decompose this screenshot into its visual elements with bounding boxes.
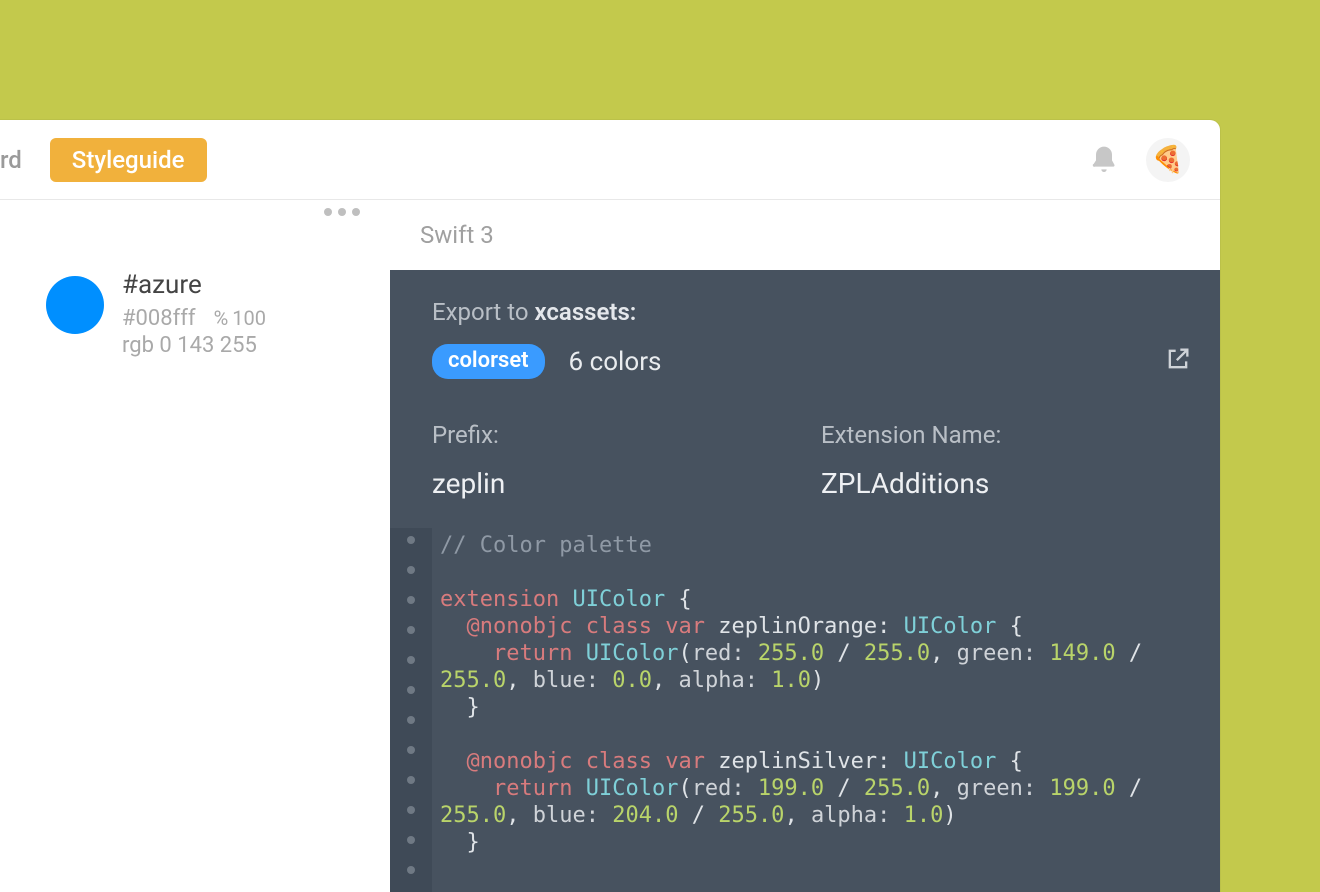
- config-fields: Prefix: zeplin Extension Name: ZPLAdditi…: [432, 421, 1190, 500]
- tab-styleguide[interactable]: Styleguide: [50, 138, 207, 182]
- more-options-button[interactable]: [324, 208, 360, 216]
- notifications-button[interactable]: [1082, 138, 1126, 182]
- code-block: // Color palette extension UIColor { @no…: [390, 528, 1190, 892]
- prefix-value[interactable]: zeplin: [432, 467, 801, 500]
- avatar[interactable]: 🍕: [1146, 138, 1190, 182]
- content: #azure #008fff %100 rgb 0 143 255 Swift …: [0, 200, 1220, 892]
- color-info: #azure #008fff %100 rgb 0 143 255: [122, 270, 266, 358]
- color-card[interactable]: #azure #008fff %100 rgb 0 143 255: [46, 270, 266, 358]
- avatar-emoji: 🍕: [1152, 145, 1184, 175]
- colorset-chip[interactable]: colorset: [432, 344, 545, 379]
- prefix-label: Prefix:: [432, 421, 801, 449]
- export-label: Export to xcassets:: [432, 298, 1190, 326]
- color-swatch: [46, 276, 104, 334]
- tabs: rd Styleguide: [0, 138, 207, 182]
- app-window: rd Styleguide 🍕 #azure: [0, 120, 1220, 892]
- tab-partial[interactable]: rd: [0, 138, 40, 182]
- color-name: #azure: [122, 270, 266, 300]
- open-external-icon: [1164, 345, 1192, 373]
- right-panel: Swift 3 Export to xcassets: colorset 6 c…: [390, 200, 1220, 892]
- dots-icon: [324, 208, 332, 216]
- extension-name-field: Extension Name: ZPLAdditions: [821, 421, 1190, 500]
- export-row: colorset 6 colors: [432, 344, 1190, 379]
- code-title-bar: Swift 3: [390, 200, 1220, 270]
- extension-name-label: Extension Name:: [821, 421, 1190, 449]
- topbar: rd Styleguide 🍕: [0, 120, 1220, 200]
- extension-name-value[interactable]: ZPLAdditions: [821, 467, 1190, 500]
- prefix-field: Prefix: zeplin: [432, 421, 801, 500]
- bell-icon: [1088, 144, 1120, 176]
- color-hex: #008fff: [122, 306, 196, 331]
- code-text[interactable]: // Color palette extension UIColor { @no…: [432, 528, 1190, 892]
- color-rgb: rgb 0 143 255: [122, 333, 266, 358]
- colors-count: 6 colors: [569, 347, 662, 377]
- code-panel: Export to xcassets: colorset 6 colors: [390, 270, 1220, 892]
- open-external-button[interactable]: [1164, 345, 1192, 379]
- code-language-label: Swift 3: [420, 221, 494, 249]
- left-panel: #azure #008fff %100 rgb 0 143 255: [0, 200, 390, 892]
- color-opacity: %100: [214, 306, 266, 330]
- code-gutter: [390, 528, 432, 892]
